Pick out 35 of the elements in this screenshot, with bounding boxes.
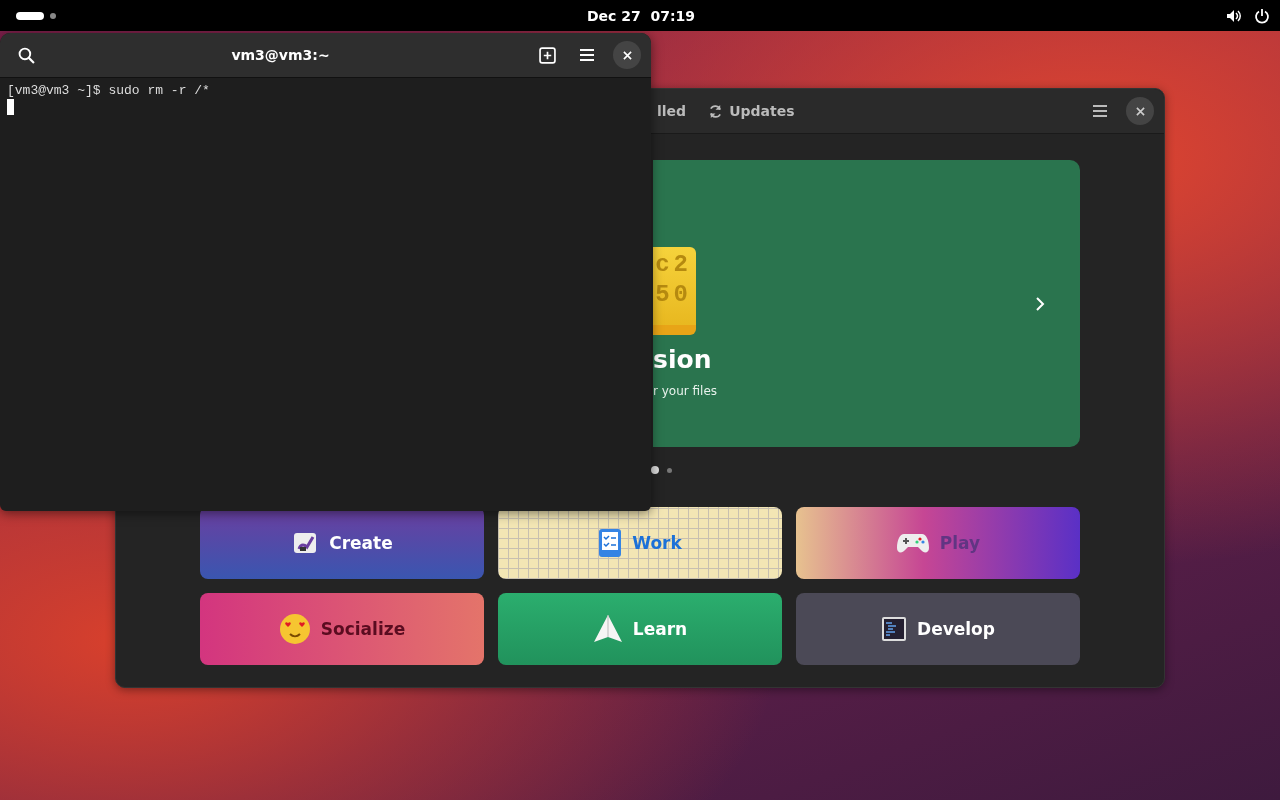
banner-subtitle: r your files [653, 384, 719, 398]
carousel-dot[interactable] [651, 466, 659, 474]
view-tab[interactable]: lled [653, 97, 691, 125]
power-icon[interactable] [1254, 7, 1270, 24]
close-button[interactable] [613, 41, 641, 69]
menu-icon [579, 48, 595, 62]
category-tile[interactable]: Socialize [200, 593, 484, 665]
icon-label: 50 [655, 283, 692, 307]
gamepad-icon [895, 531, 930, 555]
close-button[interactable] [1126, 97, 1154, 125]
close-icon [622, 50, 632, 60]
category-tile[interactable]: Develop [796, 593, 1080, 665]
refresh-icon [708, 103, 724, 119]
banner-title: sion [653, 345, 713, 374]
window-title: vm3@vm3:~ [230, 47, 331, 63]
menu-icon [1092, 104, 1108, 118]
activities-indicator[interactable] [16, 11, 44, 20]
view-tab[interactable]: Updates [704, 97, 799, 125]
code-editor-icon [881, 616, 908, 642]
chevron-right-icon [1035, 295, 1045, 312]
search-icon [17, 46, 35, 64]
smiley-icon [278, 613, 311, 645]
terminal-line: [vm3@vm3 ~]$ sudo rm -r /* [7, 82, 211, 99]
paper-plane-icon [592, 614, 623, 644]
clock[interactable]: Dec 27 07:19 [586, 7, 696, 24]
workspace-dot[interactable] [50, 12, 56, 19]
featured-banner[interactable]: c2 50 sion r your files [653, 160, 1080, 447]
carousel-dot[interactable] [667, 467, 672, 473]
volume-icon[interactable] [1226, 7, 1242, 24]
close-icon [1135, 106, 1145, 116]
plus-square-icon [538, 46, 556, 64]
category-tile[interactable]: Work [498, 507, 782, 579]
text-cursor [7, 99, 14, 115]
icon-label: c2 [655, 253, 692, 277]
checklist-icon [598, 528, 623, 558]
